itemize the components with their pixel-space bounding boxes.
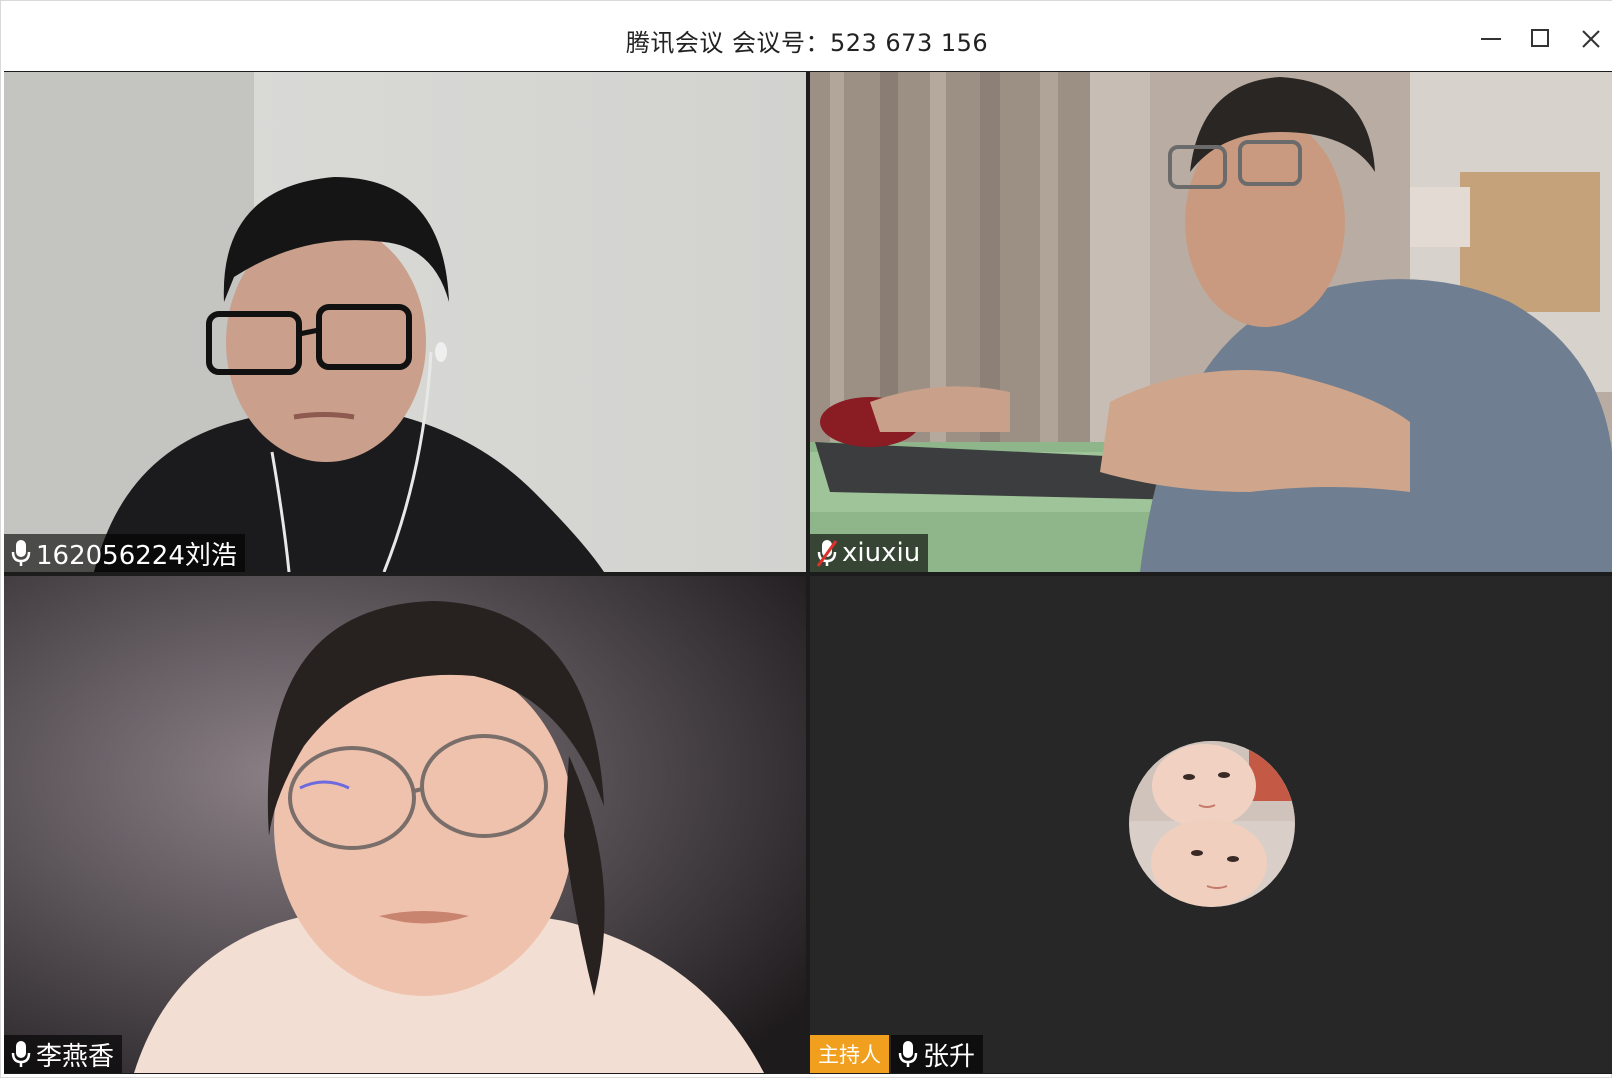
participant-nametag: 张升 [891, 1035, 984, 1073]
participant-tile[interactable]: 李燕香 [4, 576, 806, 1073]
mic-icon [11, 1041, 31, 1067]
name-bar: xiuxiu [810, 534, 929, 572]
participant-nametag: xiuxiu [810, 534, 929, 572]
close-icon [1582, 30, 1600, 48]
title-bar[interactable]: 腾讯会议 会议号：523 673 156 [1, 1, 1612, 71]
maximize-button[interactable] [1523, 21, 1559, 57]
mic-icon [898, 1041, 918, 1067]
minimize-icon [1481, 38, 1501, 40]
participant-name: 李燕香 [36, 1041, 115, 1072]
mic-icon [11, 540, 31, 566]
host-badge: 主持人 [810, 1035, 889, 1073]
participant-tile[interactable]: 主持人 张升 [810, 576, 1612, 1073]
participant-name: xiuxiu [842, 538, 921, 568]
close-button[interactable] [1573, 21, 1609, 57]
name-bar: 162056224刘浩 [4, 534, 245, 572]
name-bar: 主持人 张升 [810, 1035, 984, 1073]
mic-muted-icon [816, 540, 838, 567]
participant-nametag: 162056224刘浩 [4, 534, 245, 572]
participant-name: 162056224刘浩 [36, 540, 237, 571]
participant-nametag: 李燕香 [4, 1035, 123, 1073]
maximize-icon [1531, 29, 1549, 47]
minimize-button[interactable] [1473, 21, 1509, 57]
name-bar: 李燕香 [4, 1035, 123, 1073]
window-title: 腾讯会议 会议号：523 673 156 [625, 29, 989, 57]
participant-avatar [1129, 741, 1295, 907]
participant-tile[interactable]: 162056224刘浩 [4, 72, 806, 572]
participant-name: 张升 [923, 1041, 976, 1072]
meeting-window: 腾讯会议 会议号：523 673 156 162056224刘浩 xiuxiu … [0, 0, 1612, 1078]
participant-tile[interactable]: xiuxiu [810, 72, 1612, 572]
